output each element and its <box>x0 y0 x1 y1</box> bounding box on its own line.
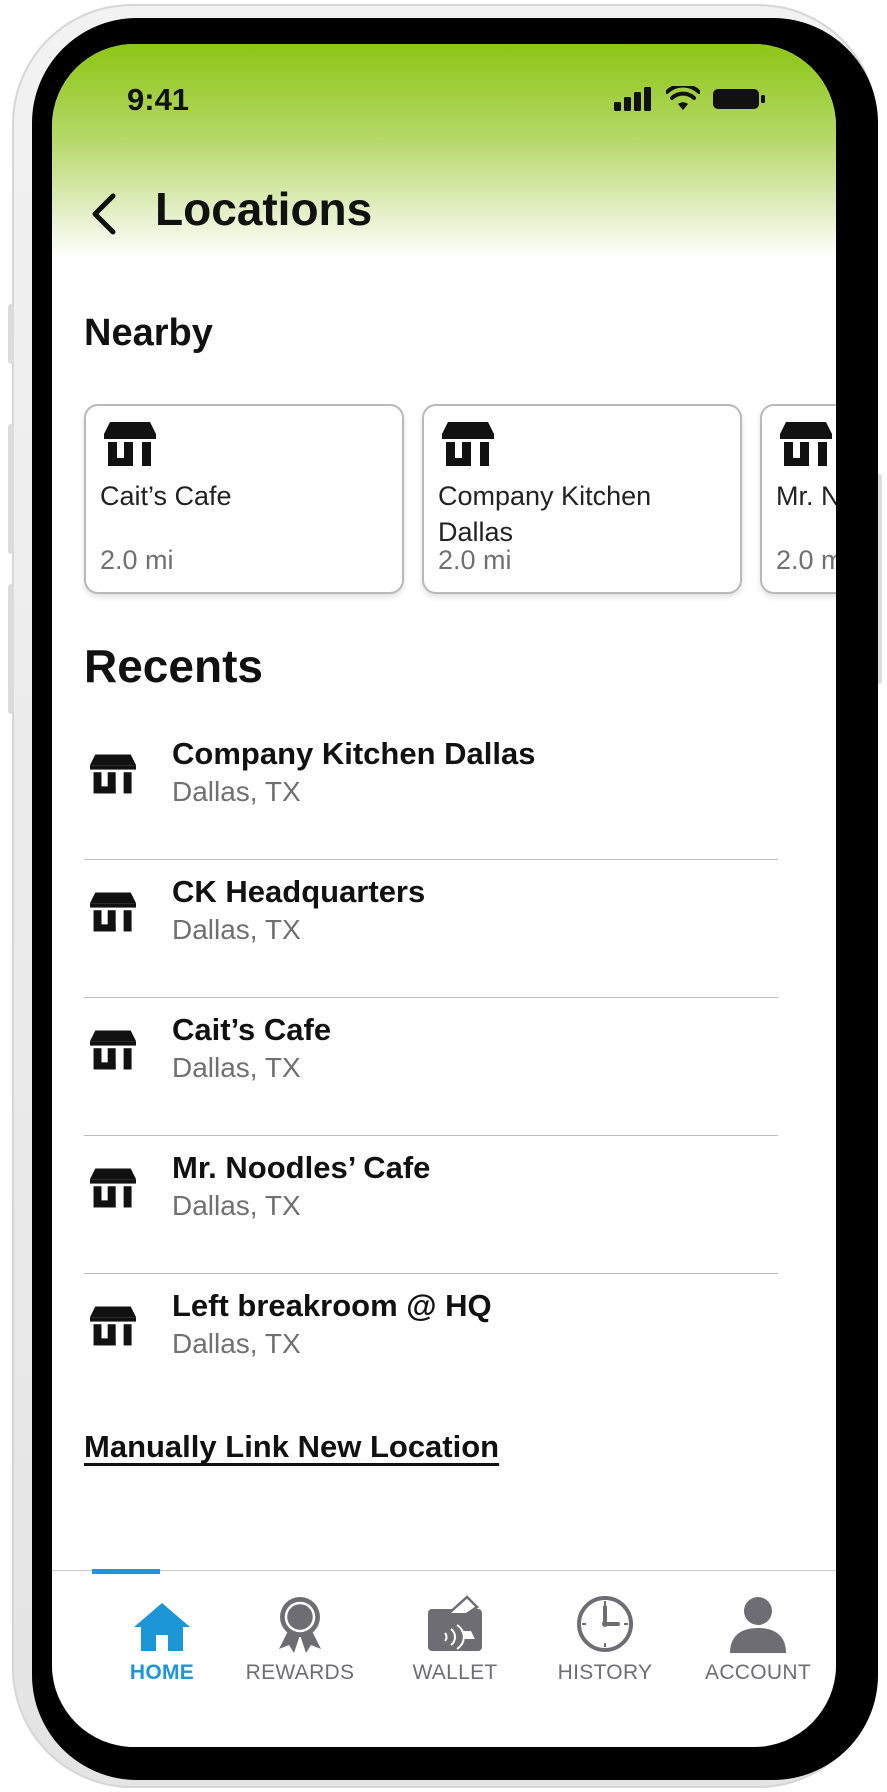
tab-home[interactable]: HOME <box>88 1569 236 1691</box>
store-icon <box>90 1168 136 1208</box>
page-title: Locations <box>155 183 373 235</box>
back-button[interactable] <box>82 184 126 244</box>
history-icon <box>577 1596 633 1652</box>
tab-account[interactable]: ACCOUNT <box>680 1571 836 1691</box>
wallet-icon <box>428 1595 482 1651</box>
active-tab-indicator <box>92 1569 160 1574</box>
nearby-card[interactable]: Mr. N 2.0 m <box>760 404 836 594</box>
recent-item[interactable]: Mr. Noodles’ Cafe Dallas, TX <box>84 1136 778 1274</box>
recent-item-location: Dallas, TX <box>172 1052 301 1083</box>
store-icon <box>90 754 136 794</box>
recent-item-name: CK Headquarters <box>172 874 426 909</box>
card-distance: 2.0 mi <box>100 545 174 575</box>
recent-item[interactable]: CK Headquarters Dallas, TX <box>84 860 778 998</box>
mute-switch <box>8 304 14 364</box>
app-screen: 9:41 Locations Nearby Cait’s Cafe 2.0 mi… <box>52 44 836 1747</box>
store-icon <box>780 422 832 466</box>
recent-item-name: Left breakroom @ HQ <box>172 1288 492 1323</box>
recent-item-location: Dallas, TX <box>172 1328 301 1359</box>
store-icon <box>104 422 156 466</box>
tab-label: HISTORY <box>557 1661 653 1684</box>
home-icon <box>134 1603 190 1651</box>
recent-item-location: Dallas, TX <box>172 1190 301 1221</box>
bottom-tab-bar: HOME REWARDS WALLET HISTORY ACCOUNT <box>52 1569 836 1700</box>
status-icons <box>614 86 766 112</box>
recent-item[interactable]: Cait’s Cafe Dallas, TX <box>84 998 778 1136</box>
tab-history[interactable]: HISTORY <box>530 1571 680 1691</box>
recent-item-location: Dallas, TX <box>172 776 301 807</box>
nearby-card[interactable]: Company Kitchen Dallas 2.0 mi <box>422 404 742 594</box>
rewards-icon <box>279 1597 321 1653</box>
status-time: 9:41 <box>127 82 190 117</box>
store-icon <box>90 892 136 932</box>
card-name: Mr. N <box>776 481 836 511</box>
tab-label: ACCOUNT <box>705 1661 811 1684</box>
nearby-heading: Nearby <box>84 312 213 354</box>
tab-label: HOME <box>129 1661 195 1684</box>
recent-item-name: Cait’s Cafe <box>172 1012 332 1047</box>
card-name: Company Kitchen Dallas <box>438 481 652 547</box>
nearby-card[interactable]: Cait’s Cafe 2.0 mi <box>84 404 404 594</box>
tab-wallet[interactable]: WALLET <box>380 1571 530 1691</box>
manually-link-location-link[interactable]: Manually Link New Location <box>84 1429 499 1465</box>
card-distance: 2.0 mi <box>438 545 512 575</box>
nearby-carousel[interactable]: Cait’s Cafe 2.0 mi Company Kitchen Dalla… <box>84 404 836 600</box>
wifi-icon <box>666 86 700 110</box>
recent-item[interactable]: Left breakroom @ HQ Dallas, TX <box>84 1274 778 1412</box>
battery-icon <box>713 89 765 109</box>
recents-heading: Recents <box>84 640 263 692</box>
recent-item-name: Company Kitchen Dallas <box>172 736 536 771</box>
recents-list: Company Kitchen Dallas Dallas, TX CK Hea… <box>84 722 778 1412</box>
tab-label: WALLET <box>412 1661 498 1684</box>
store-icon <box>442 422 494 466</box>
tab-rewards[interactable]: REWARDS <box>220 1571 380 1691</box>
signal-icon <box>614 87 651 111</box>
card-distance: 2.0 m <box>776 545 836 575</box>
account-icon <box>730 1597 786 1653</box>
chevron-left-icon <box>92 193 116 235</box>
store-icon <box>90 1030 136 1070</box>
card-name: Cait’s Cafe <box>100 481 232 511</box>
volume-up-button <box>8 424 14 554</box>
tab-label: REWARDS <box>245 1661 355 1684</box>
store-icon <box>90 1306 136 1346</box>
volume-down-button <box>8 584 14 714</box>
recent-item-name: Mr. Noodles’ Cafe <box>172 1150 431 1185</box>
recent-item[interactable]: Company Kitchen Dallas Dallas, TX <box>84 722 778 860</box>
recent-item-location: Dallas, TX <box>172 914 301 945</box>
